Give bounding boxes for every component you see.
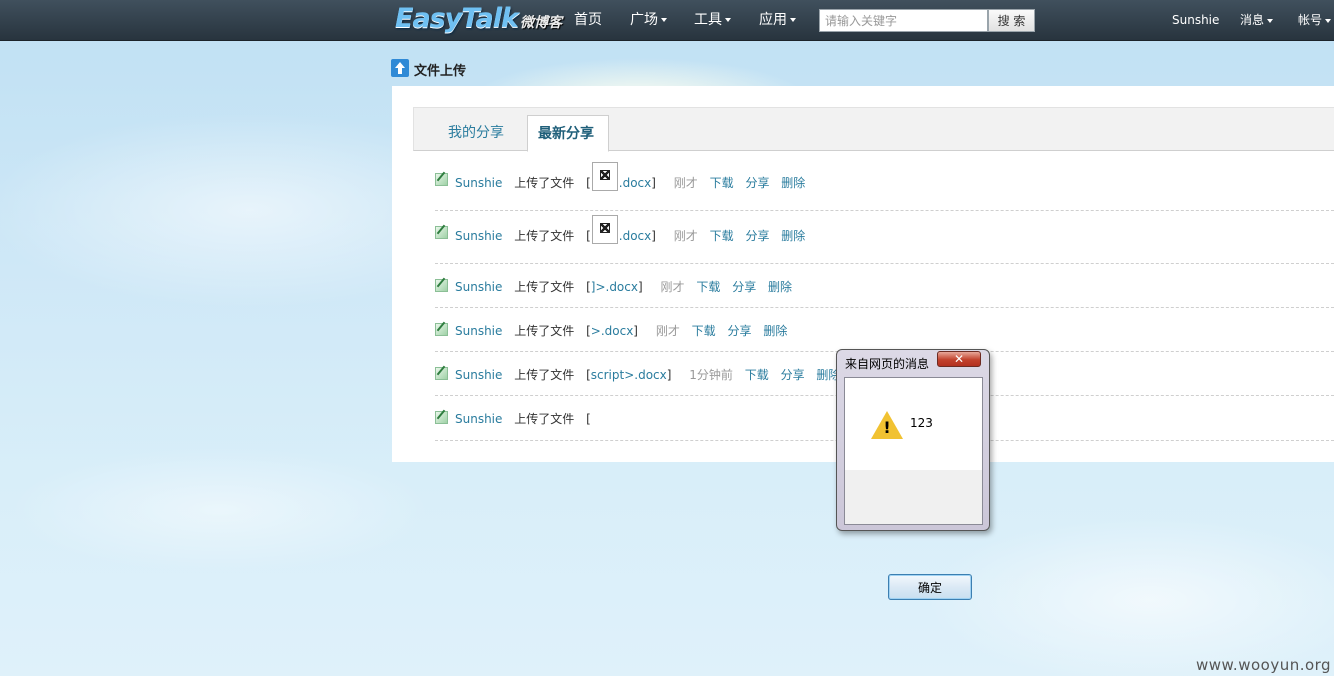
download-link[interactable]: 下载: [692, 324, 716, 338]
item-user-link[interactable]: Sunshie: [455, 412, 502, 426]
tab-my-shares[interactable]: 我的分享: [438, 115, 514, 151]
list-item: Sunshie 上传了文件 []>.docx] 刚才 下载 分享 删除: [435, 274, 1334, 308]
broken-image-icon: [591, 215, 618, 244]
bracket-open: [: [586, 412, 591, 426]
item-action-text: 上传了文件: [514, 412, 575, 426]
alert-dialog: 来自网页的消息 ✕ ! 123 确定: [836, 349, 990, 600]
item-file-name[interactable]: .docx: [619, 229, 651, 243]
share-link[interactable]: 分享: [781, 368, 805, 382]
nav-tools[interactable]: 工具: [694, 0, 731, 40]
share-link[interactable]: 分享: [745, 229, 769, 243]
site-logo[interactable]: EasyTalk 微博客: [395, 3, 562, 35]
bracket-close: ]: [633, 324, 638, 338]
top-navbar: EasyTalk 微博客 首页 广场 工具 应用 搜 索 Sunshie 消息 …: [0, 0, 1334, 41]
item-time: 刚才: [673, 229, 698, 243]
bracket-close: ]: [651, 176, 656, 190]
delete-link[interactable]: 删除: [781, 229, 805, 243]
item-user-link[interactable]: Sunshie: [455, 280, 502, 294]
item-file-name[interactable]: .docx: [619, 176, 651, 190]
item-action-text: 上传了文件: [514, 280, 575, 294]
tab-latest-shares[interactable]: 最新分享: [527, 115, 609, 152]
upload-icon: [391, 59, 409, 77]
dialog-title: 来自网页的消息: [845, 357, 930, 371]
item-time: 1分钟前: [689, 368, 733, 382]
chevron-down-icon: [661, 18, 667, 22]
delete-link[interactable]: 删除: [768, 280, 792, 294]
dialog-ok-button[interactable]: 确定: [888, 574, 972, 600]
bracket-close: ]: [666, 368, 672, 382]
item-action-text: 上传了文件: [514, 176, 575, 190]
note-edit-icon: [435, 411, 448, 424]
download-link[interactable]: 下载: [745, 368, 769, 382]
watermark: www.wooyun.org: [1196, 656, 1332, 674]
list-item: Sunshie 上传了文件 [ .docx] 刚才 下载 分享 删除: [435, 162, 1334, 211]
item-user-link[interactable]: Sunshie: [455, 229, 502, 243]
page-title: 文件上传: [414, 64, 467, 79]
download-link[interactable]: 下载: [710, 176, 734, 190]
account-menu[interactable]: 帐号: [1298, 0, 1332, 40]
dialog-close-button[interactable]: ✕: [937, 351, 981, 367]
logo-subtext: 微博客: [519, 15, 562, 31]
note-edit-icon: [435, 173, 448, 186]
share-link[interactable]: 分享: [732, 280, 756, 294]
item-action-text: 上传了文件: [514, 229, 575, 243]
download-link[interactable]: 下载: [696, 280, 720, 294]
chevron-down-icon: [1325, 18, 1332, 23]
delete-link[interactable]: 删除: [763, 324, 787, 338]
bracket-open: [: [586, 176, 591, 190]
note-edit-icon: [435, 226, 448, 239]
item-user-link[interactable]: Sunshie: [455, 324, 502, 338]
dialog-body: ! 123 确定: [844, 377, 983, 600]
nav-square[interactable]: 广场: [630, 0, 667, 40]
nav-home[interactable]: 首页: [574, 0, 602, 40]
note-edit-icon: [435, 367, 448, 380]
item-time: 刚才: [660, 280, 685, 294]
dialog-footer: 确定: [845, 470, 982, 600]
share-link[interactable]: 分享: [728, 324, 752, 338]
item-file-name[interactable]: >.docx: [591, 324, 634, 338]
item-user-link[interactable]: Sunshie: [455, 176, 502, 190]
item-time: 刚才: [673, 176, 698, 190]
note-edit-icon: [435, 279, 448, 292]
bracket-close: ]: [637, 280, 643, 294]
share-link[interactable]: 分享: [745, 176, 769, 190]
item-action-text: 上传了文件: [514, 368, 575, 382]
messages-menu[interactable]: 消息: [1240, 0, 1274, 40]
broken-image-icon: [591, 162, 618, 191]
chevron-down-icon: [725, 18, 731, 22]
bracket-open: [: [586, 229, 591, 243]
search-button[interactable]: 搜 索: [988, 9, 1035, 32]
search-input[interactable]: [819, 9, 988, 32]
chevron-down-icon: [1267, 18, 1274, 23]
chevron-down-icon: [790, 18, 796, 22]
item-file-name[interactable]: script>.docx: [591, 368, 667, 382]
nav-apps[interactable]: 应用: [759, 0, 796, 40]
warning-icon-mark: !: [883, 418, 891, 437]
logo-text: EasyTalk: [395, 3, 519, 34]
item-time: 刚才: [655, 324, 680, 338]
download-link[interactable]: 下载: [710, 229, 734, 243]
item-file-name[interactable]: ]>.docx: [591, 280, 638, 294]
item-action-text: 上传了文件: [514, 324, 575, 338]
bracket-close: ]: [651, 229, 656, 243]
note-edit-icon: [435, 323, 448, 336]
list-item: Sunshie 上传了文件 [ .docx] 刚才 下载 分享 删除: [435, 215, 1334, 264]
dialog-message: 123: [910, 416, 933, 430]
list-item: Sunshie 上传了文件 [>.docx] 刚才 下载 分享 删除: [435, 318, 1334, 352]
user-name-link[interactable]: Sunshie: [1172, 0, 1219, 40]
item-user-link[interactable]: Sunshie: [455, 368, 502, 382]
delete-link[interactable]: 删除: [781, 176, 805, 190]
